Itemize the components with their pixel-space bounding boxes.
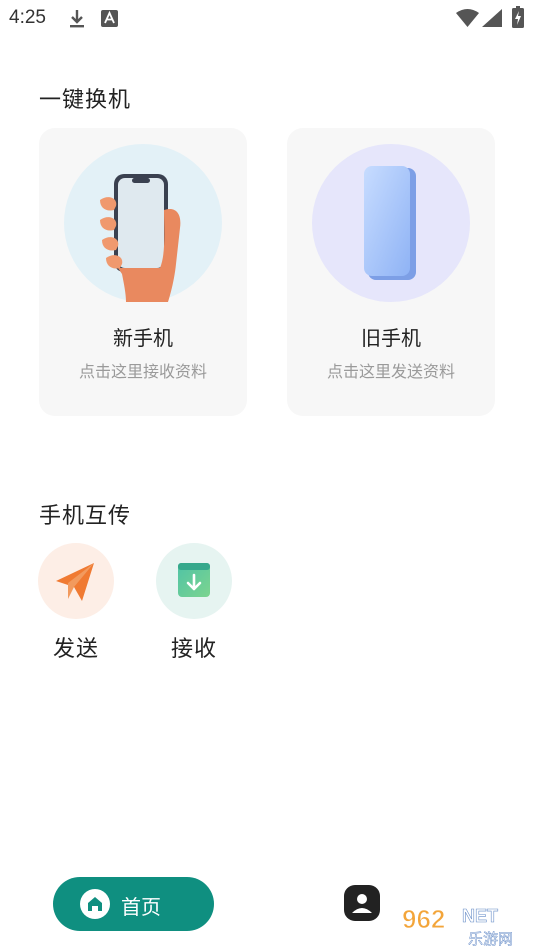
profile-tab-button[interactable] [344,885,380,921]
home-tab-label: 首页 [121,895,161,919]
old-phone-title: 旧手机 [361,326,421,350]
receive-button[interactable]: 接收 [156,543,232,663]
receive-label: 接收 [170,637,217,662]
home-tab-button[interactable]: 首页 [53,877,214,931]
new-phone-illustration [64,144,222,302]
new-phone-subtitle: 点击这里接收资料 [78,362,207,381]
one-key-switch-title: 一键换机 [39,88,132,113]
old-phone-illustration [312,144,470,302]
a-notification-icon [101,10,118,27]
download-box-icon [178,563,210,597]
send-label: 发送 [52,637,99,662]
hand-holding-phone-icon [100,174,181,302]
new-phone-title: 新手机 [113,326,173,350]
receive-icon-circle [156,543,232,619]
svg-text:乐游网: 乐游网 [468,930,513,948]
wifi-icon [456,9,479,27]
blue-phone-icon [364,166,416,280]
phone-transfer-title: 手机互传 [39,504,132,529]
old-phone-card[interactable]: 旧手机 点击这里发送资料 [287,128,495,416]
new-phone-card[interactable]: 新手机 点击这里接收资料 [39,128,247,416]
watermark-logo: 962 NET 乐游网 [394,898,534,951]
send-button[interactable]: 发送 [38,543,114,663]
download-icon [70,10,84,28]
watermark-text: 962 [402,904,445,934]
send-icon-circle [38,543,114,619]
watermark-962-logo: 962 NET 乐游网 [402,904,514,949]
paper-plane-icon [56,563,94,601]
battery-charging-icon [512,6,524,28]
signal-icon [482,9,502,27]
home-icon [80,889,110,919]
old-phone-subtitle: 点击这里发送资料 [326,362,455,381]
status-time: 4:25 [9,7,46,28]
status-bar: 4:25 [0,0,534,36]
svg-text:NET: NET [462,906,498,926]
